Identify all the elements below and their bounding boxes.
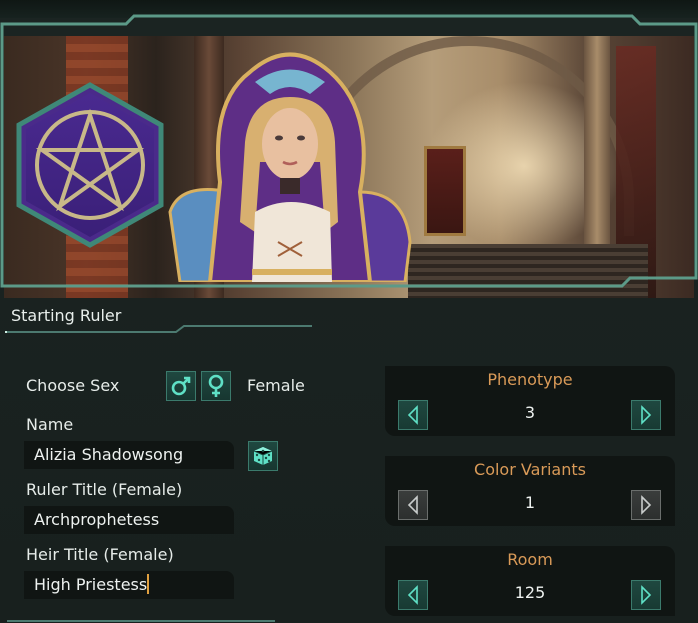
room-title: Room bbox=[507, 550, 553, 569]
selected-sex-label: Female bbox=[247, 376, 305, 395]
female-symbol-icon bbox=[208, 374, 224, 397]
room-stepper: Room 125 bbox=[385, 546, 675, 616]
name-input[interactable]: Alizia Shadowsong bbox=[24, 441, 234, 469]
ruler-customization-screen: Starting Ruler Choose Sex Female Name Al… bbox=[0, 0, 698, 623]
ruler-portrait-frame bbox=[0, 14, 698, 298]
color-variants-stepper: Color Variants 1 bbox=[385, 456, 675, 526]
arrow-right-icon bbox=[641, 405, 652, 425]
heir-title-input-value: High Priestess bbox=[34, 575, 148, 594]
phenotype-next-button[interactable] bbox=[631, 400, 661, 430]
heir-title-label: Heir Title (Female) bbox=[26, 545, 174, 564]
text-caret bbox=[147, 574, 150, 594]
phenotype-title: Phenotype bbox=[487, 370, 573, 389]
choose-sex-label: Choose Sex bbox=[26, 376, 120, 395]
pentagram-icon bbox=[16, 82, 164, 248]
male-button[interactable] bbox=[166, 371, 196, 401]
ruler-title-input[interactable]: Archprophetess bbox=[24, 506, 234, 534]
arrow-right-icon bbox=[641, 585, 652, 605]
name-input-value: Alizia Shadowsong bbox=[34, 445, 184, 464]
female-button[interactable] bbox=[201, 371, 231, 401]
section-divider bbox=[5, 325, 312, 333]
color-variants-title: Color Variants bbox=[474, 460, 586, 479]
phenotype-stepper: Phenotype 3 bbox=[385, 366, 675, 436]
randomize-name-button[interactable] bbox=[248, 441, 278, 471]
name-label: Name bbox=[26, 415, 74, 434]
arrow-right-icon bbox=[641, 495, 652, 515]
color-variants-next-button[interactable] bbox=[631, 490, 661, 520]
ruler-title-input-value: Archprophetess bbox=[34, 510, 160, 529]
ruler-title-label: Ruler Title (Female) bbox=[26, 480, 183, 499]
heir-title-input[interactable]: High Priestess bbox=[24, 571, 234, 599]
dice-icon bbox=[253, 447, 273, 465]
male-symbol-icon bbox=[171, 376, 191, 396]
room-next-button[interactable] bbox=[631, 580, 661, 610]
bottom-divider bbox=[7, 620, 275, 622]
